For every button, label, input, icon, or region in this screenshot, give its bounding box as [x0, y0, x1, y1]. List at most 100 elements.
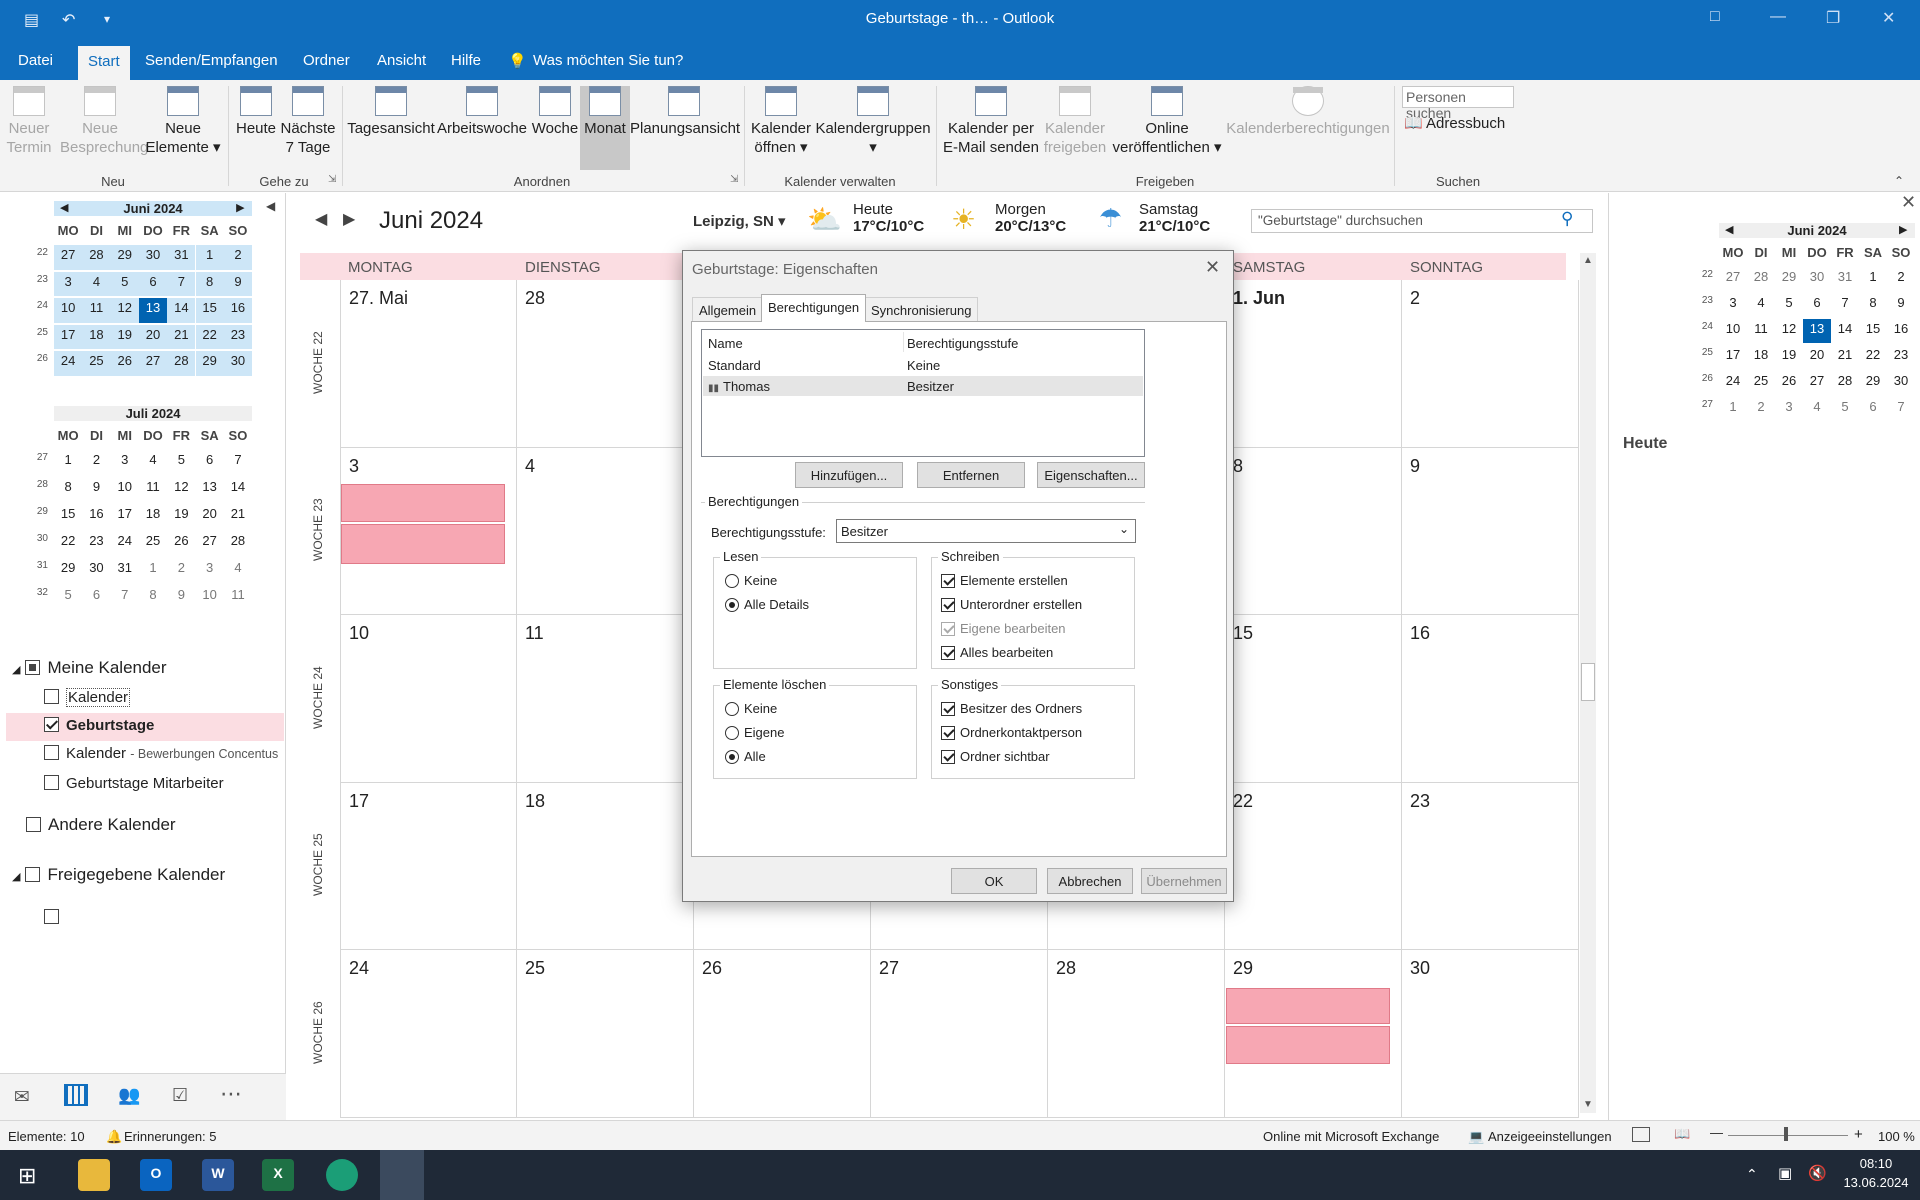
group-checkbox[interactable]	[25, 867, 41, 882]
mini-calendar-day[interactable]: 9	[223, 271, 253, 296]
mini-calendar-day[interactable]: 12	[167, 477, 195, 502]
permission-level-select[interactable]: Besitzer ⌄	[836, 519, 1136, 543]
mini-calendar-day[interactable]: 30	[223, 351, 253, 376]
list-row-thomas[interactable]: ▮▮ Thomas	[708, 379, 770, 394]
tab-ansicht[interactable]: Ansicht	[377, 52, 426, 69]
dialog-launcher-icon[interactable]: ⇲	[328, 174, 336, 185]
mini-calendar-day[interactable]: 2	[1747, 397, 1775, 421]
mini-calendar-day[interactable]: 20	[138, 324, 168, 349]
excel-icon[interactable]: X	[262, 1159, 294, 1191]
mini-calendar-day[interactable]: 1	[1719, 397, 1747, 421]
mail-icon[interactable]: ✉	[14, 1086, 30, 1109]
day-cell[interactable]: 11	[517, 615, 694, 783]
weather-today[interactable]: Heute 17°C/10°C	[853, 201, 924, 235]
mini-calendar-day[interactable]: 25	[139, 531, 167, 556]
mini-calendar-day[interactable]: 18	[82, 324, 111, 349]
word-icon[interactable]: W	[202, 1159, 234, 1191]
mini-calendar-day[interactable]: 7	[224, 450, 252, 475]
mini-calendar-day[interactable]: 3	[1719, 293, 1747, 317]
calendar-checkbox[interactable]	[44, 689, 59, 704]
today-button[interactable]: Heute	[232, 86, 280, 138]
mini-calendar-day[interactable]: 10	[1719, 319, 1747, 343]
day-cell[interactable]: 17	[340, 782, 517, 950]
mini-calendar-day[interactable]: 10	[111, 477, 139, 502]
mini-calendar-day[interactable]: 1	[195, 245, 224, 270]
create-items-checkbox[interactable]: Elemente erstellen	[941, 573, 1068, 588]
mini-calendar-day[interactable]: 29	[1859, 371, 1887, 395]
mini-calendar-day[interactable]: 17	[111, 504, 139, 529]
calendar-event[interactable]	[1226, 988, 1390, 1024]
mini-calendar-day[interactable]: 19	[110, 324, 139, 349]
mini-calendar-day[interactable]: 27	[1719, 267, 1747, 291]
zoom-thumb[interactable]	[1784, 1127, 1788, 1141]
mini-calendar-day[interactable]: 22	[1859, 345, 1887, 369]
active-app-icon[interactable]	[380, 1150, 424, 1200]
address-book-button[interactable]: 📖 Adressbuch	[1404, 114, 1505, 132]
mini-calendar-day[interactable]: 14	[1831, 319, 1859, 343]
mini-calendar-day[interactable]: 9	[167, 585, 195, 610]
mini-calendar-day[interactable]: 28	[1747, 267, 1775, 291]
mini-calendar-day[interactable]: 13	[196, 477, 224, 502]
mini-calendar-day[interactable]: 4	[224, 558, 252, 583]
mini-calendar-day[interactable]: 17	[1719, 345, 1747, 369]
close-pane-icon[interactable]: ✕	[1901, 192, 1916, 213]
mini-calendar-day[interactable]: 7	[1831, 293, 1859, 317]
week-button[interactable]: Woche	[530, 86, 580, 138]
calendar-event[interactable]	[341, 523, 505, 564]
scroll-up-icon[interactable]: ▲	[1583, 255, 1593, 266]
day-cell[interactable]: 9	[1402, 447, 1579, 615]
mini-calendar-day[interactable]: 4	[1747, 293, 1775, 317]
day-cell[interactable]: 26	[694, 950, 871, 1118]
next-month-icon[interactable]: ▶	[343, 209, 355, 229]
mini-calendar-day[interactable]: 26	[110, 351, 139, 376]
collapse-ribbon-icon[interactable]: ⌃	[1894, 174, 1904, 188]
next-month-icon[interactable]: ▶	[1899, 223, 1907, 236]
file-explorer-icon[interactable]	[78, 1159, 110, 1191]
calendar-checkbox[interactable]	[44, 909, 59, 924]
mini-calendar-day[interactable]: 12	[110, 298, 139, 323]
mini-calendar-day[interactable]: 5	[1831, 397, 1859, 421]
windows-start-icon[interactable]: ⊞	[18, 1163, 36, 1189]
mini-calendar-day[interactable]: 28	[82, 245, 111, 270]
my-calendars-group[interactable]: ◢ Meine Kalender	[12, 658, 167, 678]
mini-calendar-day[interactable]: 7	[167, 271, 196, 296]
mini-calendar-day[interactable]: 28	[224, 531, 252, 556]
close-window-icon[interactable]: ✕	[1882, 8, 1895, 28]
mini-calendar-day[interactable]: 23	[82, 531, 110, 556]
mini-calendar-day[interactable]: 6	[196, 450, 224, 475]
mini-calendar-day[interactable]: 27	[196, 531, 224, 556]
zoom-in-icon[interactable]: +	[1854, 1126, 1863, 1143]
mini-calendar-day[interactable]: 31	[1831, 267, 1859, 291]
calendar-checkbox[interactable]	[44, 717, 59, 732]
mini-calendar-day[interactable]: 21	[1831, 345, 1859, 369]
create-subfolders-checkbox[interactable]: Unterordner erstellen	[941, 597, 1082, 612]
mini-calendar-day[interactable]: 21	[167, 324, 196, 349]
cancel-button[interactable]: Abbrechen	[1047, 868, 1133, 894]
tab-start[interactable]: Start	[78, 46, 130, 80]
day-cell[interactable]: 24	[340, 950, 517, 1118]
mini-calendar-day[interactable]: 27	[138, 351, 168, 376]
shared-calendar-item[interactable]	[44, 909, 66, 926]
mini-calendar-day[interactable]: 6	[82, 585, 110, 610]
column-header-level[interactable]: Berechtigungsstufe	[907, 336, 1018, 351]
calendar-groups-button[interactable]: Kalendergruppen ▾	[814, 86, 932, 157]
day-cell[interactable]: 22	[1225, 782, 1402, 950]
mini-calendar-day[interactable]: 26	[167, 531, 195, 556]
work-week-button[interactable]: Arbeitswoche	[436, 86, 528, 138]
calendar-search-input[interactable]: "Geburtstage" durchsuchen	[1251, 209, 1593, 233]
share-calendar-button[interactable]: Kalender freigeben	[1042, 86, 1108, 157]
other-calendars-group[interactable]: Andere Kalender	[26, 815, 176, 835]
clock[interactable]: 08:10 13.06.2024	[1836, 1156, 1916, 1190]
display-settings[interactable]: Anzeigeeinstellungen	[1488, 1129, 1612, 1144]
mini-calendar-day[interactable]: 24	[1719, 371, 1747, 395]
tab-hilfe[interactable]: Hilfe	[451, 52, 481, 69]
column-header-name[interactable]: Name	[708, 336, 743, 351]
mini-calendar-day[interactable]: 16	[223, 298, 253, 323]
mini-calendar-day[interactable]: 8	[54, 477, 82, 502]
tab-ordner[interactable]: Ordner	[303, 52, 350, 69]
mini-calendar-day[interactable]: 31	[111, 558, 139, 583]
mini-calendar-day[interactable]: 29	[54, 558, 82, 583]
mini-calendar-day[interactable]: 15	[54, 504, 82, 529]
mini-calendar-day[interactable]: 29	[110, 245, 139, 270]
calendar-event[interactable]	[1226, 1026, 1390, 1064]
